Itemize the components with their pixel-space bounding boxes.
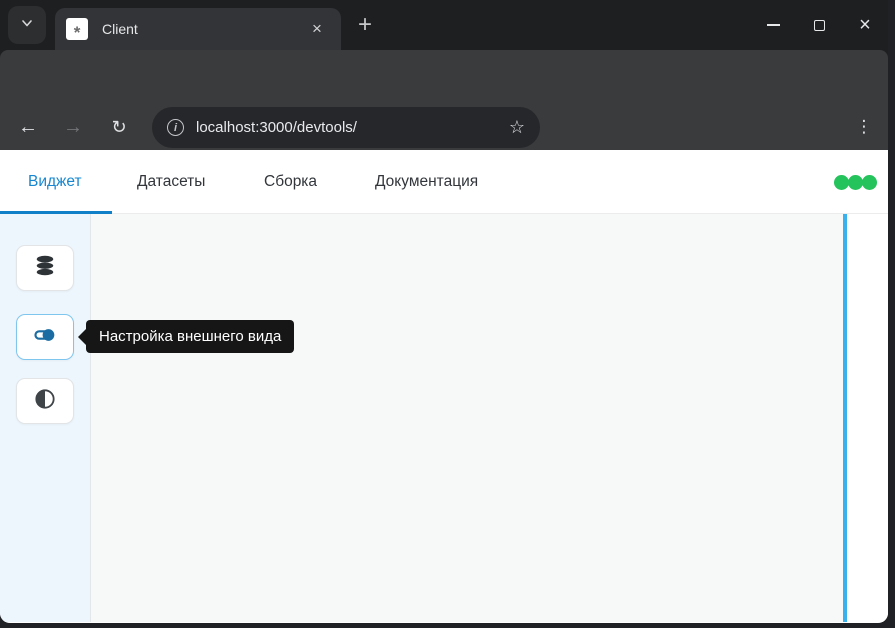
sidebar-button-datasets[interactable]: [16, 245, 74, 291]
browser-menu-button[interactable]: ⋮: [848, 108, 880, 146]
sidebar-button-appearance[interactable]: [16, 314, 74, 360]
tool-sidebar: [0, 214, 91, 622]
tab-datasets[interactable]: Датасеты: [137, 173, 205, 191]
contrast-icon: [32, 386, 58, 417]
minimize-button[interactable]: [750, 0, 796, 50]
url-text[interactable]: localhost:3000/devtools/: [196, 119, 509, 136]
close-window-button[interactable]: ×: [842, 0, 888, 50]
page-content: Настройка внешнего вида: [0, 214, 888, 622]
browser-tab[interactable]: * Client ×: [55, 8, 341, 50]
bookmark-star-icon[interactable]: ☆: [509, 117, 525, 138]
reload-button[interactable]: ↻: [99, 107, 139, 147]
minimize-icon: [767, 24, 780, 26]
chevron-down-icon: [20, 16, 34, 35]
favicon-icon: *: [66, 18, 88, 40]
forward-button[interactable]: →: [53, 107, 93, 147]
status-dot: [834, 175, 849, 190]
browser-titlebar: * Client × + ×: [0, 0, 888, 50]
window-controls: ×: [750, 0, 888, 50]
browser-window: * Client × + × ← → ↻ i localhost:3000/de…: [0, 0, 888, 623]
back-button[interactable]: ←: [8, 107, 48, 147]
site-info-icon[interactable]: i: [167, 119, 184, 136]
tooltip: Настройка внешнего вида: [86, 320, 294, 353]
tab-close-icon[interactable]: ×: [305, 17, 329, 41]
status-indicator: [835, 175, 877, 190]
toggle-icon: [32, 322, 58, 353]
tab-widget[interactable]: Виджет: [28, 173, 82, 191]
status-dot: [848, 175, 863, 190]
tab-documentation[interactable]: Документация: [375, 173, 478, 191]
web-page: Виджет Датасеты Сборка Документация: [0, 150, 888, 623]
desktop: { "browser": { "tab": { "title": "Client…: [0, 0, 895, 628]
address-bar[interactable]: i localhost:3000/devtools/ ☆: [152, 107, 540, 148]
maximize-button[interactable]: [796, 0, 842, 50]
tooltip-arrow: [78, 329, 86, 345]
sidebar-button-contrast[interactable]: [16, 378, 74, 424]
browser-toolbar: ← → ↻ i localhost:3000/devtools/ ☆ ⋮ »: [0, 50, 888, 150]
canvas-area: [91, 214, 843, 622]
tab-search-button[interactable]: [8, 6, 46, 44]
page-nav-tabs: Виджет Датасеты Сборка Документация: [0, 150, 888, 214]
tab-build[interactable]: Сборка: [264, 173, 317, 191]
tab-title: Client: [102, 21, 138, 37]
status-dot: [862, 175, 877, 190]
close-icon: ×: [859, 15, 871, 35]
maximize-icon: [814, 20, 825, 31]
new-tab-button[interactable]: +: [350, 11, 380, 41]
tooltip-text: Настройка внешнего вида: [99, 328, 281, 345]
database-icon: [32, 253, 58, 284]
right-panel: [847, 214, 888, 622]
